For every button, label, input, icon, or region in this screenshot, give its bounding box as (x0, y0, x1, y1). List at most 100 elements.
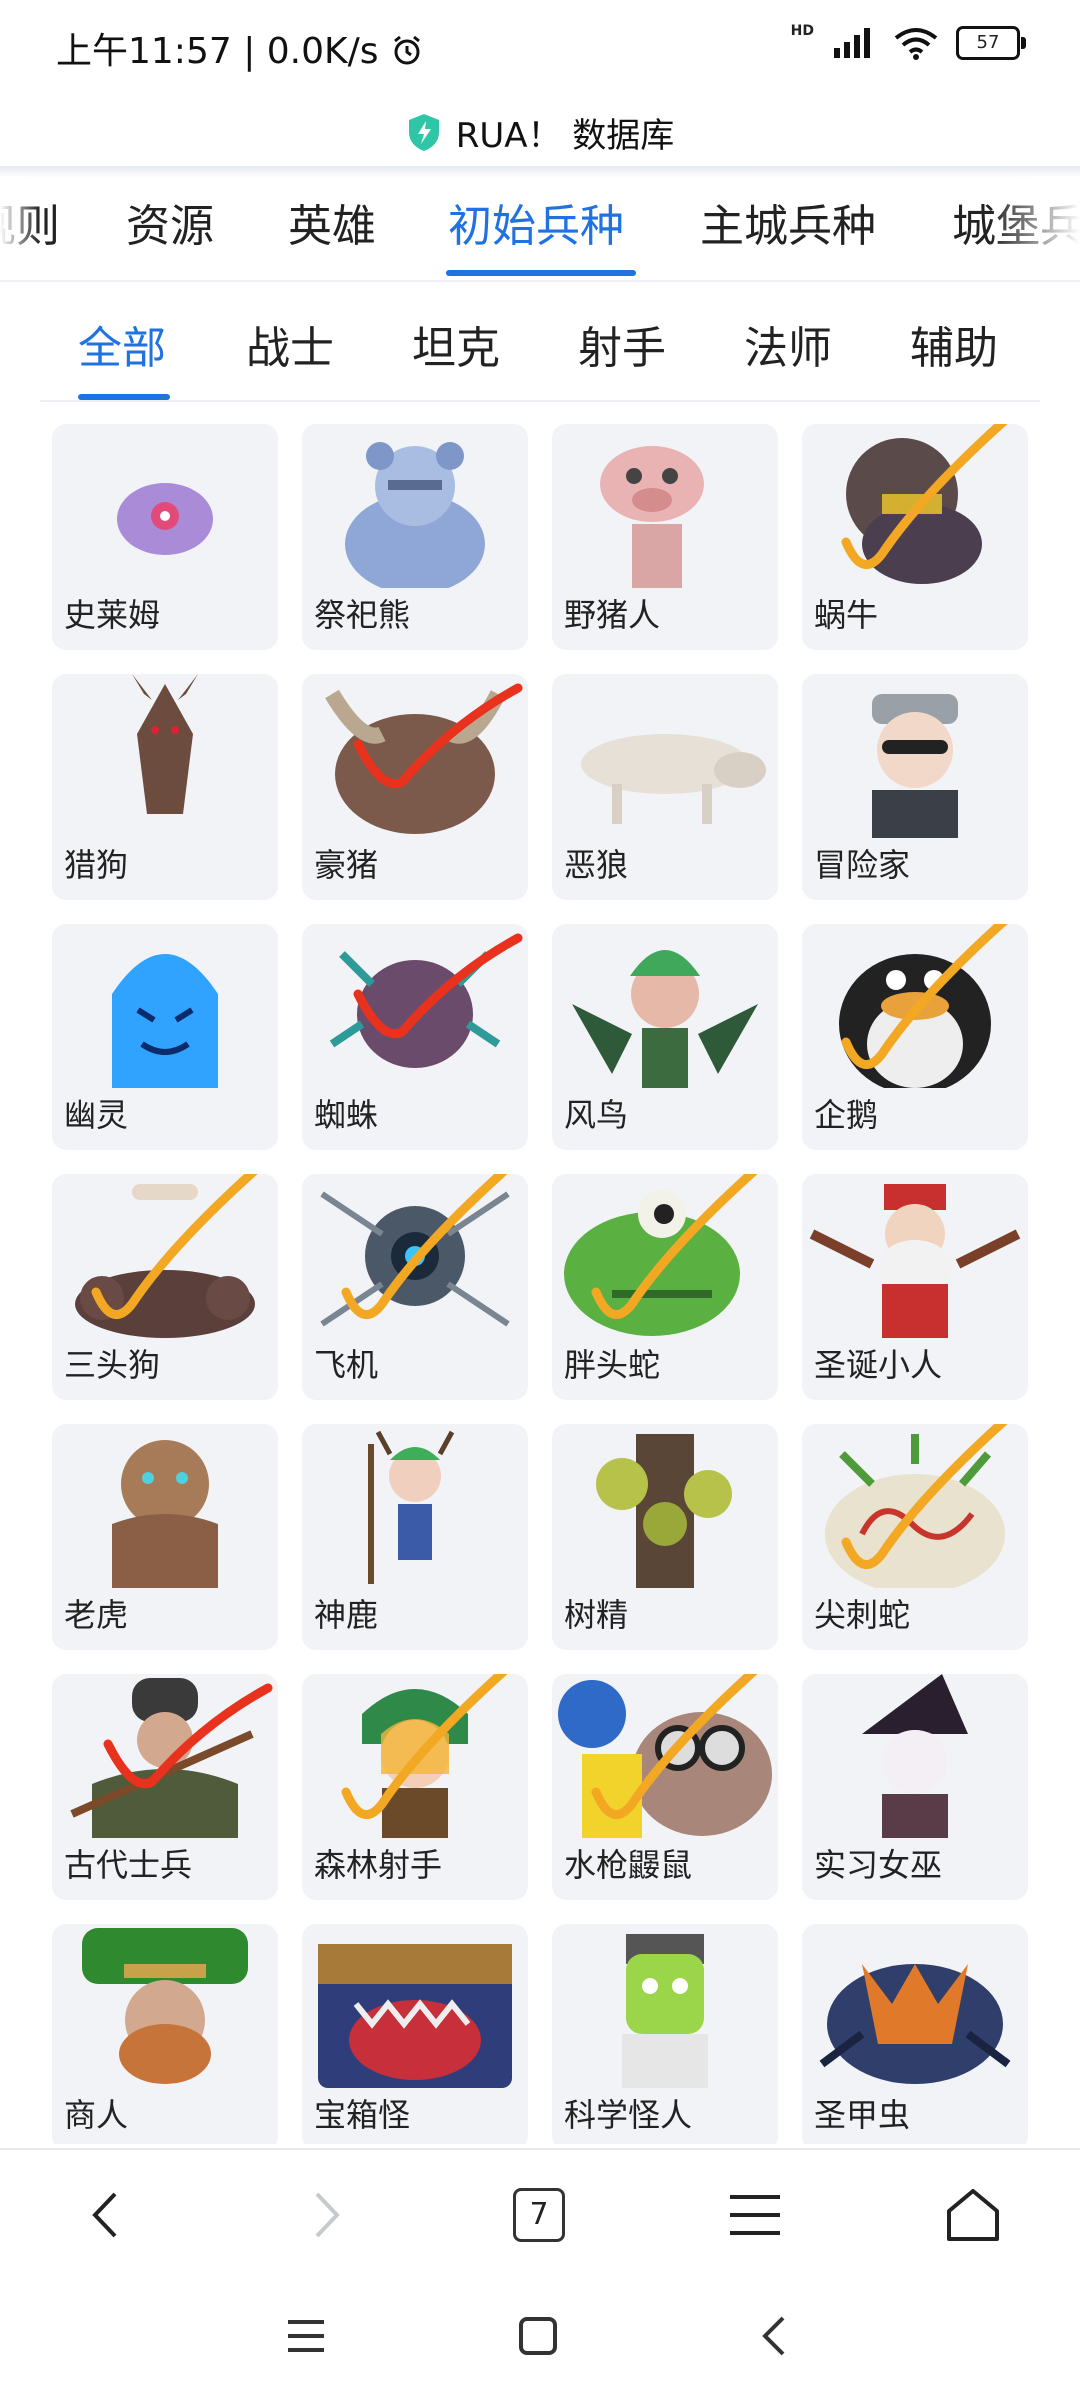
tab-heroes[interactable]: 英雄 (288, 190, 376, 254)
water-mole-icon (552, 1674, 778, 1838)
witch-icon (802, 1674, 1028, 1838)
unit-name: 飞机 (314, 1346, 379, 1384)
menu-button[interactable] (720, 2180, 790, 2250)
category-tab-bar: 全部 战士 坦克 射手 法师 辅助 (0, 300, 1080, 400)
system-home-button[interactable] (508, 2306, 568, 2366)
status-time-speed: 上午11:57 | 0.0K/s (56, 22, 424, 74)
tab-resources[interactable]: 资源 (126, 190, 214, 254)
category-archer[interactable]: 射手 (578, 312, 666, 376)
unit-name: 胖头蛇 (564, 1346, 661, 1384)
category-support[interactable]: 辅助 (910, 312, 998, 376)
category-all[interactable]: 全部 (78, 312, 166, 376)
spider-icon (302, 924, 528, 1088)
santa-icon (802, 1174, 1028, 1338)
unit-card[interactable]: 风鸟 (552, 924, 778, 1150)
tabs-button[interactable]: 7 (504, 2180, 574, 2250)
unit-card[interactable]: 实习女巫 (802, 1674, 1028, 1900)
unit-name: 企鹅 (814, 1096, 879, 1134)
unit-card[interactable]: 树精 (552, 1424, 778, 1650)
home-button[interactable] (938, 2180, 1008, 2250)
chevron-right-icon (315, 2192, 340, 2238)
unit-card[interactable]: 尖刺蛇 (802, 1424, 1028, 1650)
unit-card[interactable]: 老虎 (52, 1424, 278, 1650)
unit-card[interactable]: 飞机 (302, 1174, 528, 1400)
tab-initial-units[interactable]: 初始兵种 (448, 190, 624, 254)
tab-fade-right (990, 176, 1080, 280)
unit-card[interactable]: 古代士兵 (52, 1674, 278, 1900)
unit-name: 宝箱怪 (314, 2096, 411, 2134)
unit-card[interactable]: 恶狼 (552, 674, 778, 900)
status-bar: 上午11:57 | 0.0K/s HD 57 (0, 0, 1080, 96)
hd-label: HD (790, 23, 814, 39)
unit-name: 森林射手 (314, 1846, 443, 1884)
boar-icon (302, 674, 528, 838)
back-button[interactable] (70, 2180, 140, 2250)
mimic-icon (302, 1924, 528, 2088)
primary-tab-bar: 规则 资源 英雄 初始兵种 主城兵种 城堡兵 (0, 176, 1080, 280)
menu-icon (730, 2195, 780, 2235)
harpy-icon (552, 924, 778, 1088)
unit-card[interactable]: 森林射手 (302, 1674, 528, 1900)
fat-snake-icon (552, 1174, 778, 1338)
system-back-button[interactable] (744, 2306, 804, 2366)
network-speed: 0.0K/s (266, 31, 379, 72)
unit-card[interactable]: 冒险家 (802, 674, 1028, 900)
unit-card[interactable]: 史莱姆 (52, 424, 278, 650)
unit-card[interactable]: 圣诞小人 (802, 1174, 1028, 1400)
unit-name: 豪猪 (314, 846, 379, 884)
unit-card[interactable]: 猎狗 (52, 674, 278, 900)
wifi-icon (894, 28, 938, 60)
unit-card[interactable]: 蜘蛛 (302, 924, 528, 1150)
recents-button[interactable] (276, 2306, 336, 2366)
unit-card[interactable]: 神鹿 (302, 1424, 528, 1650)
adventurer-icon (802, 674, 1028, 838)
unit-card[interactable]: 科学怪人 (552, 1924, 778, 2144)
hound-icon (52, 674, 278, 838)
unit-name: 商人 (64, 2096, 129, 2134)
unit-name: 圣甲虫 (814, 2096, 911, 2134)
unit-card[interactable]: 企鹅 (802, 924, 1028, 1150)
unit-name: 幽灵 (64, 1096, 129, 1134)
penguin-icon (802, 924, 1028, 1088)
browser-toolbar: 7 (0, 2148, 1080, 2272)
unit-card[interactable]: 蜗牛 (802, 424, 1028, 650)
unit-card[interactable]: 胖头蛇 (552, 1174, 778, 1400)
signal-icon (834, 28, 870, 58)
forward-button[interactable] (292, 2180, 362, 2250)
chevron-left-icon (92, 2192, 117, 2238)
unit-card[interactable]: 三头狗 (52, 1174, 278, 1400)
category-tank[interactable]: 坦克 (412, 312, 500, 376)
unit-card[interactable]: 宝箱怪 (302, 1924, 528, 2144)
unit-name: 科学怪人 (564, 2096, 693, 2134)
unit-card[interactable]: 幽灵 (52, 924, 278, 1150)
unit-name: 恶狼 (564, 846, 629, 884)
slime-icon (52, 424, 278, 588)
tab-count: 7 (513, 2188, 565, 2242)
unit-card[interactable]: 商人 (52, 1924, 278, 2144)
category-warrior[interactable]: 战士 (246, 312, 334, 376)
unit-name: 祭祀熊 (314, 596, 411, 634)
unit-name: 神鹿 (314, 1596, 379, 1634)
app-title-bar: RUA！ 数据库 (0, 96, 1080, 168)
category-mage[interactable]: 法师 (744, 312, 832, 376)
unit-card[interactable]: 圣甲虫 (802, 1924, 1028, 2144)
unit-name: 古代士兵 (64, 1846, 193, 1884)
unit-name: 老虎 (64, 1596, 129, 1634)
status-time: 上午11:57 (56, 31, 232, 72)
forest-archer-icon (302, 1674, 528, 1838)
unit-name: 猎狗 (64, 846, 129, 884)
tab-main-city-units[interactable]: 主城兵种 (700, 190, 876, 254)
unit-name: 圣诞小人 (814, 1346, 943, 1384)
primary-tab-indicator (446, 270, 636, 276)
unit-card[interactable]: 豪猪 (302, 674, 528, 900)
unit-name: 三头狗 (64, 1346, 161, 1384)
back-icon (762, 2316, 785, 2356)
home-icon (947, 2189, 999, 2241)
recents-icon (288, 2320, 324, 2352)
drone-icon (302, 1174, 528, 1338)
unit-card[interactable]: 水枪鼹鼠 (552, 1674, 778, 1900)
deer-icon (302, 1424, 528, 1588)
unit-card[interactable]: 祭祀熊 (302, 424, 528, 650)
unit-name: 树精 (564, 1596, 629, 1634)
unit-card[interactable]: 野猪人 (552, 424, 778, 650)
